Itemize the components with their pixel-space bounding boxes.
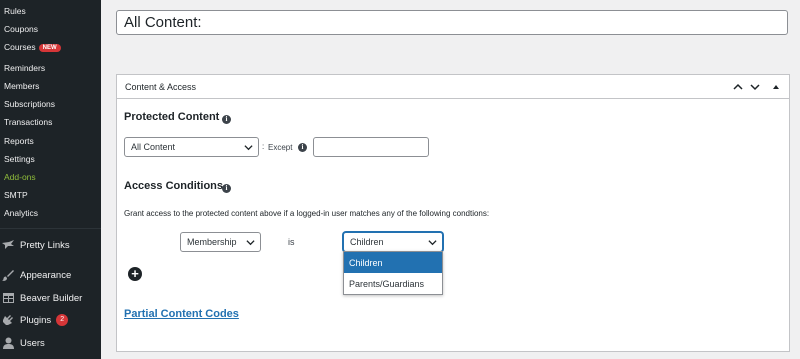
move-down-icon[interactable] <box>749 80 761 92</box>
protected-content-heading: Protected Content <box>124 111 220 123</box>
menu-pretty-links[interactable]: Pretty Links <box>2 239 70 251</box>
submenu-add-ons[interactable]: Add-ons <box>4 172 36 182</box>
submenu-label: Reports <box>4 136 34 146</box>
menu-label: Plugins <box>20 314 52 326</box>
chevron-down-icon <box>246 240 255 246</box>
plug-icon <box>2 314 14 326</box>
submenu-label: Members <box>4 81 40 91</box>
menu-label: Users <box>20 337 45 349</box>
select-value: Membership <box>187 237 237 247</box>
submenu-label: Reminders <box>4 63 46 73</box>
info-icon[interactable]: i <box>298 143 307 152</box>
menu-appearance[interactable]: Appearance <box>2 269 71 281</box>
info-icon[interactable]: i <box>222 184 231 193</box>
submenu-coupons[interactable]: Coupons <box>4 24 38 34</box>
submenu-label: SMTP <box>4 190 28 200</box>
select-value: Children <box>350 237 384 247</box>
protected-content-select[interactable]: All Content <box>124 137 259 157</box>
submenu-rules[interactable]: Rules <box>4 6 26 16</box>
collapse-toggle-icon[interactable] <box>770 80 782 92</box>
user-icon <box>2 337 14 349</box>
new-badge: NEW <box>38 44 61 52</box>
submenu-label: Settings <box>4 154 35 164</box>
admin-sidebar: Rules Coupons Courses NEW Reminders Membe… <box>0 0 101 359</box>
chevron-down-icon <box>428 240 437 246</box>
except-label: Except <box>268 143 293 152</box>
post-title-input[interactable] <box>116 10 788 35</box>
paintbrush-icon <box>2 269 14 281</box>
pretty-links-icon <box>2 239 14 251</box>
menu-label: Pretty Links <box>20 239 70 251</box>
dropdown-option[interactable]: Parents/Guardians <box>344 273 442 294</box>
except-input[interactable] <box>313 137 429 157</box>
partial-content-codes-link[interactable]: Partial Content Codes <box>124 308 239 320</box>
submenu-label: Rules <box>4 6 26 16</box>
access-conditions-heading: Access Conditions <box>124 180 224 192</box>
move-up-icon[interactable] <box>732 80 744 92</box>
dropdown-option[interactable]: Children <box>344 252 442 273</box>
condition-value-select[interactable]: Children <box>343 232 443 252</box>
submenu-settings[interactable]: Settings <box>4 154 35 164</box>
menu-beaver-builder[interactable]: Beaver Builder <box>2 292 82 304</box>
submenu-label: Analytics <box>4 208 39 218</box>
submenu-analytics[interactable]: Analytics <box>4 208 38 218</box>
operator-label: is <box>288 237 295 247</box>
sidebar-divider <box>0 228 101 229</box>
chevron-down-icon <box>244 145 253 151</box>
condition-value-dropdown: Children Parents/Guardians <box>343 251 443 295</box>
submenu-label: Courses <box>4 42 36 52</box>
submenu-transactions[interactable]: Transactions <box>4 117 52 127</box>
submenu-subscriptions[interactable]: Subscriptions <box>4 99 55 109</box>
access-description: Grant access to the protected content ab… <box>124 209 490 218</box>
metabox-title: Content & Access <box>125 82 197 92</box>
menu-label: Appearance <box>20 269 72 281</box>
plugins-update-badge: 2 <box>56 314 69 326</box>
add-condition-button[interactable]: + <box>128 267 142 281</box>
grid-icon <box>2 292 14 304</box>
select-value: All Content <box>131 142 176 152</box>
menu-label: Beaver Builder <box>20 292 83 304</box>
submenu-label: Subscriptions <box>4 99 56 109</box>
submenu-smtp[interactable]: SMTP <box>4 190 28 200</box>
menu-users[interactable]: Users <box>2 337 45 349</box>
submenu-reports[interactable]: Reports <box>4 136 34 146</box>
submenu-courses[interactable]: Courses NEW <box>4 42 61 52</box>
submenu-members[interactable]: Members <box>4 81 39 91</box>
submenu-label: Transactions <box>4 117 53 127</box>
submenu-label: Add-ons <box>4 172 36 182</box>
menu-plugins[interactable]: Plugins 2 <box>2 314 69 326</box>
info-icon[interactable]: i <box>222 115 231 124</box>
submenu-label: Coupons <box>4 24 39 34</box>
submenu-reminders[interactable]: Reminders <box>4 63 45 73</box>
condition-type-select[interactable]: Membership <box>180 232 261 252</box>
colon-separator: : <box>262 142 265 151</box>
metabox-header: Content & Access <box>117 75 789 99</box>
